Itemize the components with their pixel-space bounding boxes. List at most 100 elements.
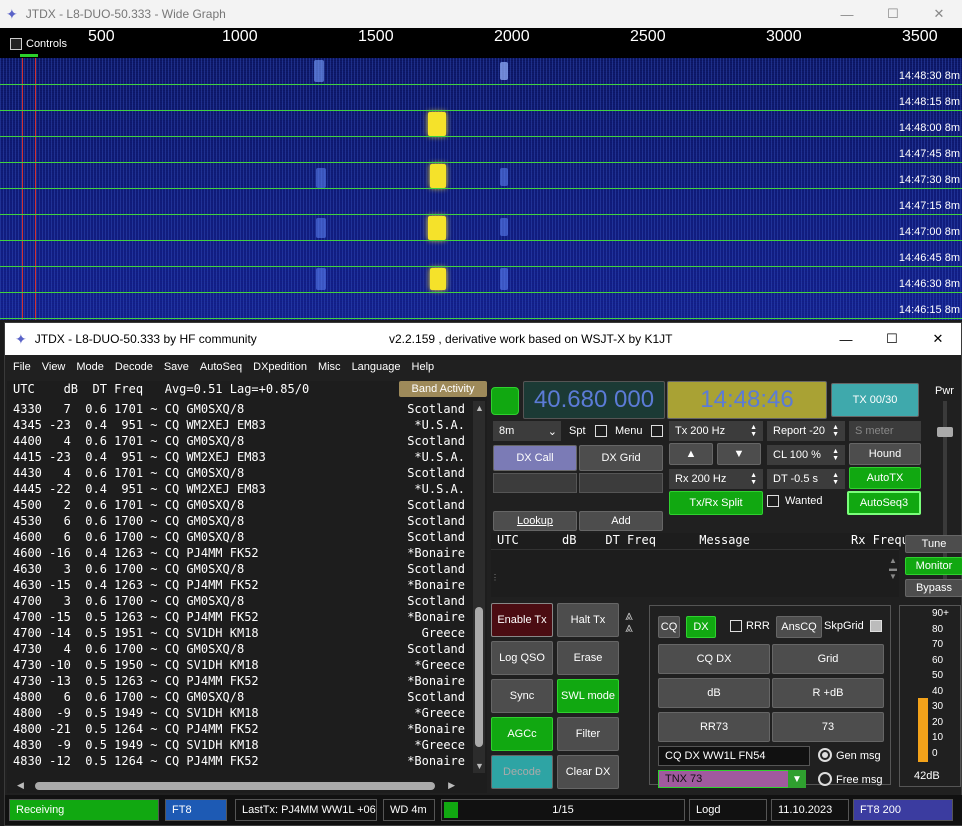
dial-frequency-display[interactable]: 40.680 000 bbox=[523, 381, 665, 419]
decode-row[interactable]: 4500 2 0.6 1701 ~ CQ GM0SXQ/8 Scotland bbox=[7, 497, 469, 513]
scroll-left-icon[interactable]: ◀ bbox=[17, 780, 24, 791]
decode-row[interactable]: 4730 -13 0.5 1263 ~ CQ PJ4MM FK52 *Bonair… bbox=[7, 673, 469, 689]
maximize-icon[interactable]: ☐ bbox=[869, 323, 915, 355]
anscq-button[interactable]: AnsCQ bbox=[776, 616, 822, 638]
tx-counter[interactable]: TX 00/30 bbox=[831, 383, 919, 417]
band-select[interactable]: 8m ⌄ bbox=[493, 421, 561, 441]
menu-dxpedition[interactable]: DXpedition bbox=[253, 361, 307, 373]
skpgrid-checkbox[interactable] bbox=[870, 620, 882, 632]
sync-button[interactable]: Sync bbox=[491, 679, 553, 713]
scroll-down-icon[interactable]: ▼ bbox=[475, 761, 484, 771]
swl-mode-button[interactable]: SWL mode bbox=[557, 679, 619, 713]
filter-button[interactable]: Filter bbox=[557, 717, 619, 751]
menu-help[interactable]: Help bbox=[412, 361, 435, 373]
close-icon[interactable]: ✕ bbox=[915, 323, 961, 355]
decode-row[interactable]: 4830 -12 0.5 1264 ~ CQ PJ4MM FK52 *Bonair… bbox=[7, 753, 469, 769]
lookup-button[interactable]: Lookup bbox=[493, 511, 577, 531]
menu-autoseq[interactable]: AutoSeq bbox=[200, 361, 242, 373]
menu-mode[interactable]: Mode bbox=[76, 361, 104, 373]
minimize-icon[interactable]: — bbox=[824, 0, 870, 28]
dx-call-input[interactable] bbox=[493, 473, 577, 493]
freq-down-button[interactable]: ▼ bbox=[717, 443, 761, 465]
halt-tx-button[interactable]: Halt Tx bbox=[557, 603, 619, 637]
tx-rx-split-button[interactable]: Tx/Rx Split bbox=[669, 491, 763, 515]
decode-row[interactable]: 4400 4 0.6 1701 ~ CQ GM0SXQ/8 Scotland bbox=[7, 433, 469, 449]
cl-spinbox[interactable]: CL 100 % ▲ ▼ bbox=[767, 445, 845, 465]
free-msg-radio[interactable] bbox=[818, 772, 832, 786]
dx-grid-input[interactable] bbox=[579, 473, 663, 493]
decode-row[interactable]: 4530 6 0.6 1700 ~ CQ GM0SXQ/8 Scotland bbox=[7, 513, 469, 529]
decode-row[interactable]: 4700 3 0.6 1700 ~ CQ GM0SXQ/8 Scotland bbox=[7, 593, 469, 609]
scroll-thumb[interactable] bbox=[35, 782, 435, 790]
decode-row[interactable]: 4800 -21 0.5 1264 ~ CQ PJ4MM FK52 *Bonair… bbox=[7, 721, 469, 737]
rx-frequency-spinbox[interactable]: Rx 200 Hz ▲ ▼ bbox=[669, 469, 763, 489]
rrr-checkbox[interactable] bbox=[730, 620, 742, 632]
power-slider-handle[interactable] bbox=[937, 427, 953, 437]
decode-row[interactable]: 4700 -14 0.5 1951 ~ CQ SV1DH KM18 Greece bbox=[7, 625, 469, 641]
log-qso-button[interactable]: Log QSO bbox=[491, 641, 553, 675]
minimize-icon[interactable]: — bbox=[823, 323, 869, 355]
cq-dx-button[interactable]: CQ DX bbox=[658, 644, 770, 674]
free-msg-field[interactable]: TNX 73 bbox=[658, 770, 806, 788]
dt-spinbox[interactable]: DT -0.5 s ▲ ▼ bbox=[767, 469, 845, 489]
close-icon[interactable]: ✕ bbox=[916, 0, 962, 28]
grid-button[interactable]: Grid bbox=[772, 644, 884, 674]
controls-checkbox[interactable]: Controls bbox=[10, 38, 67, 50]
scroll-thumb[interactable] bbox=[475, 607, 483, 747]
gen-msg-radio[interactable] bbox=[818, 748, 832, 762]
r-db-button[interactable]: R +dB bbox=[772, 678, 884, 708]
hound-button[interactable]: Hound bbox=[849, 443, 921, 465]
bypass-button[interactable]: Bypass bbox=[905, 579, 962, 597]
monitor-button[interactable]: Monitor bbox=[905, 557, 962, 575]
decode-vertical-scrollbar[interactable]: ▲ ▼ bbox=[473, 401, 485, 773]
scroll-arrows-icon[interactable]: ▲ ▬ ▼ bbox=[889, 557, 897, 581]
autoseq3-button[interactable]: AutoSeq3 bbox=[847, 491, 921, 515]
maximize-icon[interactable]: ☐ bbox=[870, 0, 916, 28]
menu-save[interactable]: Save bbox=[164, 361, 189, 373]
decode-button[interactable]: Decode bbox=[491, 755, 553, 789]
db-button[interactable]: dB bbox=[658, 678, 770, 708]
menu-decode[interactable]: Decode bbox=[115, 361, 153, 373]
clear-dx-button[interactable]: Clear DX bbox=[557, 755, 619, 789]
dx-grid-button[interactable]: DX Grid bbox=[579, 445, 663, 471]
waterfall-display[interactable]: 14:48:30 8m 14:48:15 8m 14:48:00 8m 14:4… bbox=[0, 58, 962, 320]
decode-row[interactable]: 4700 -15 0.5 1263 ~ CQ PJ4MM FK52 *Bonair… bbox=[7, 609, 469, 625]
73-button[interactable]: 73 bbox=[772, 712, 884, 742]
gen-msg-field[interactable]: CQ DX WW1L FN54 bbox=[658, 746, 810, 766]
decode-row[interactable]: 4445 -22 0.4 951 ~ CQ WM2XEJ EM83 *U.S.A. bbox=[7, 481, 469, 497]
rr73-button[interactable]: RR73 bbox=[658, 712, 770, 742]
decode-row[interactable]: 4430 4 0.6 1701 ~ CQ GM0SXQ/8 Scotland bbox=[7, 465, 469, 481]
chevron-down-icon[interactable]: ▼ bbox=[788, 770, 806, 788]
freq-up-button[interactable]: ▲ bbox=[669, 443, 713, 465]
autotx-button[interactable]: AutoTX bbox=[849, 467, 921, 489]
decode-row[interactable]: 4800 -9 0.5 1949 ~ CQ SV1DH KM18 *Greece bbox=[7, 705, 469, 721]
wanted-checkbox[interactable] bbox=[767, 495, 779, 507]
menu-file[interactable]: File bbox=[13, 361, 31, 373]
decode-row[interactable]: 4600 6 0.6 1700 ~ CQ GM0SXQ/8 Scotland bbox=[7, 529, 469, 545]
dx-toggle[interactable]: DX bbox=[686, 616, 716, 638]
spt-checkbox[interactable] bbox=[595, 425, 607, 437]
tune-button[interactable]: Tune bbox=[905, 535, 962, 553]
scroll-right-icon[interactable]: ▶ bbox=[448, 780, 455, 791]
add-button[interactable]: Add bbox=[579, 511, 663, 531]
resize-handle-icon[interactable]: ⋮ bbox=[491, 573, 499, 582]
menu-view[interactable]: View bbox=[42, 361, 66, 373]
erase-button[interactable]: Erase bbox=[557, 641, 619, 675]
decode-row[interactable]: 4730 4 0.6 1700 ~ CQ GM0SXQ/8 Scotland bbox=[7, 641, 469, 657]
decode-horizontal-scrollbar[interactable]: ◀ ▶ bbox=[15, 779, 455, 793]
agcc-button[interactable]: AGCc bbox=[491, 717, 553, 751]
controls-checkbox-box[interactable] bbox=[10, 38, 22, 50]
decode-row[interactable]: 4730 -10 0.5 1950 ~ CQ SV1DH KM18 *Greece bbox=[7, 657, 469, 673]
decode-row[interactable]: 4345 -23 0.4 951 ~ CQ WM2XEJ EM83 *U.S.A. bbox=[7, 417, 469, 433]
menu-language[interactable]: Language bbox=[352, 361, 401, 373]
decode-row[interactable]: 4630 3 0.6 1700 ~ CQ GM0SXQ/8 Scotland bbox=[7, 561, 469, 577]
decode-row[interactable]: 4415 -23 0.4 951 ~ CQ WM2XEJ EM83 *U.S.A. bbox=[7, 449, 469, 465]
enable-tx-button[interactable]: Enable Tx bbox=[491, 603, 553, 637]
decode-row[interactable]: 4800 6 0.6 1700 ~ CQ GM0SXQ/8 Scotland bbox=[7, 689, 469, 705]
menu-misc[interactable]: Misc bbox=[318, 361, 341, 373]
decode-row[interactable]: 4630 -15 0.4 1263 ~ CQ PJ4MM FK52 *Bonair… bbox=[7, 577, 469, 593]
report-spinbox[interactable]: Report -20 ▲ ▼ bbox=[767, 421, 845, 441]
cq-toggle[interactable]: CQ bbox=[658, 616, 680, 638]
tx-frequency-spinbox[interactable]: Tx 200 Hz ▲ ▼ bbox=[669, 421, 763, 441]
decode-row[interactable]: 4830 -9 0.5 1949 ~ CQ SV1DH KM18 *Greece bbox=[7, 737, 469, 753]
